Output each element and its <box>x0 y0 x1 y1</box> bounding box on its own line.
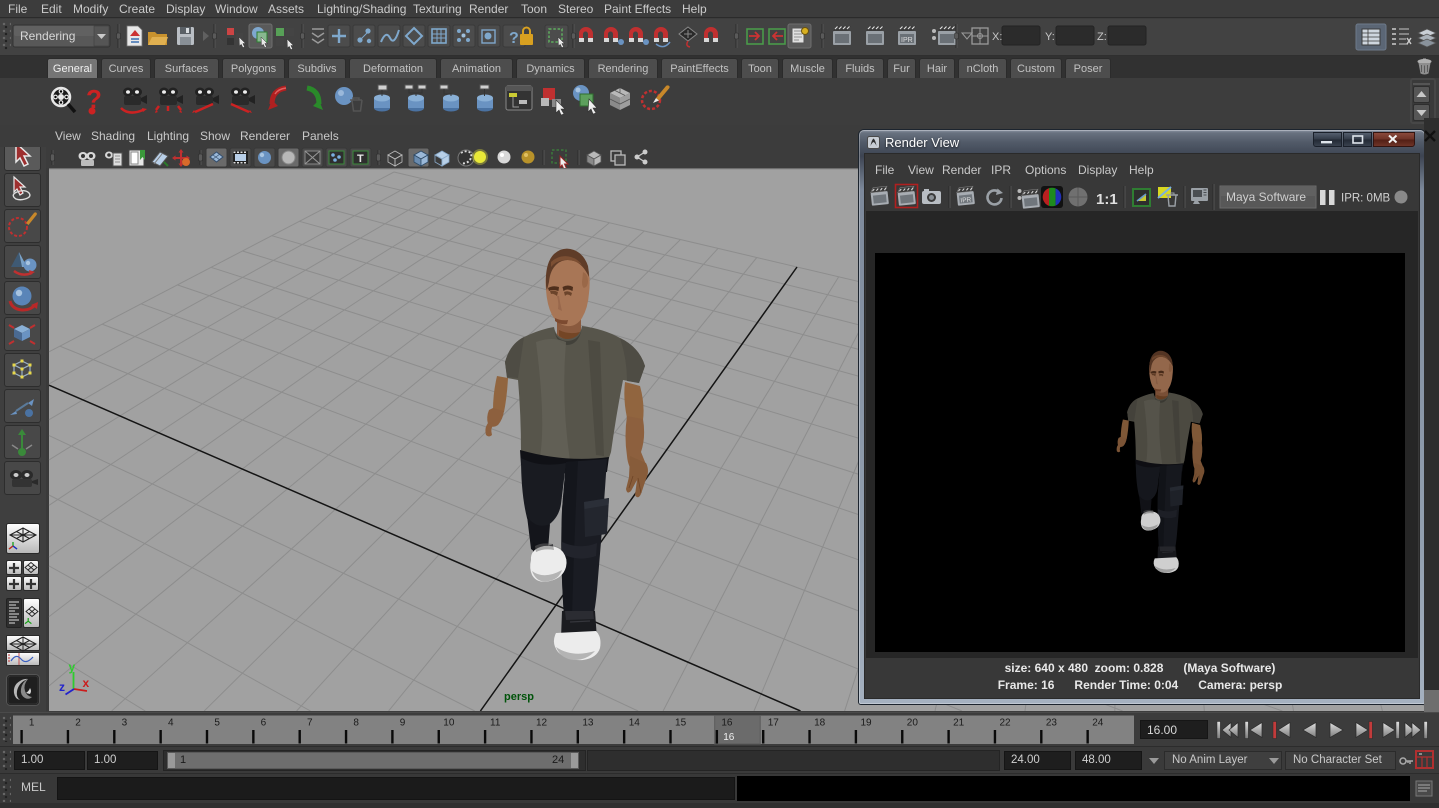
svg-text:Maya Software: Maya Software <box>1226 190 1306 204</box>
svg-text:1:1: 1:1 <box>1096 191 1118 208</box>
svg-text:IPR: 0MB: IPR: 0MB <box>1341 193 1391 205</box>
svg-text:persp: persp <box>504 691 534 703</box>
svg-text:IPR: IPR <box>960 196 972 204</box>
svg-text:x: x <box>83 676 90 690</box>
svg-text:z: z <box>59 680 65 694</box>
svg-text:y: y <box>69 660 76 674</box>
